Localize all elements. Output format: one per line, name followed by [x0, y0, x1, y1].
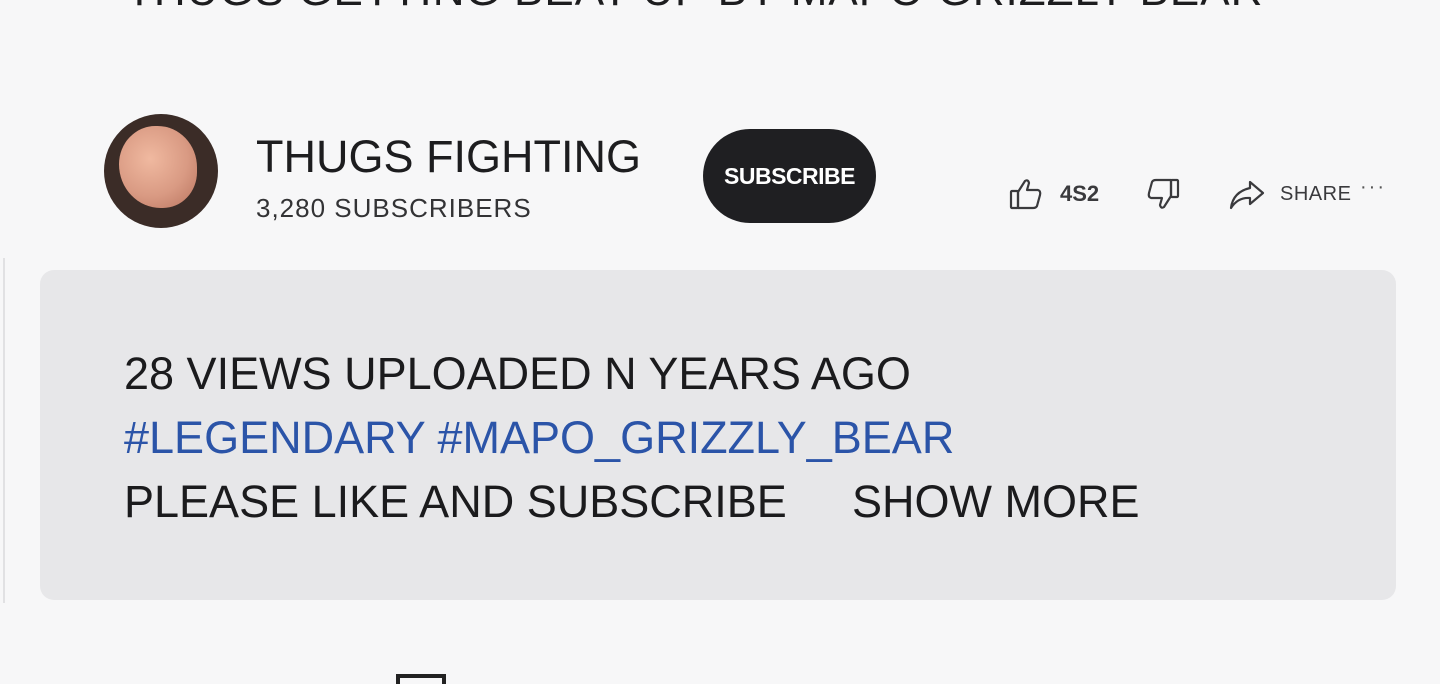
- view-upload-info: 28 VIEWS UPLOADED N YEARS AGO: [124, 348, 911, 399]
- channel-name[interactable]: THUGS FIGHTING: [256, 131, 641, 183]
- thumbs-down-icon: [1145, 176, 1181, 212]
- subscribe-button[interactable]: SUBSCRIBE: [703, 129, 876, 223]
- dislike-button[interactable]: [1145, 176, 1181, 212]
- video-title: THUGS GETTING BEAT UP BY MAPO GRIZZLY BE…: [126, 0, 1263, 16]
- hashtag-legendary[interactable]: #LEGENDARY: [124, 412, 425, 463]
- share-label: SHARE: [1280, 182, 1352, 205]
- like-button[interactable]: 4S2: [1008, 176, 1099, 212]
- share-arrow-icon: [1228, 176, 1266, 212]
- hashtag-line: #LEGENDARY #MAPO_GRIZZLY_BEAR: [124, 412, 954, 464]
- show-more-button[interactable]: SHOW MORE: [852, 476, 1140, 528]
- avatar-image: [119, 126, 197, 208]
- left-divider: [3, 258, 5, 603]
- like-count: 4S2: [1060, 181, 1100, 206]
- share-button[interactable]: SHARE: [1228, 176, 1351, 212]
- description-text: PLEASE LIKE AND SUBSCRIBE: [124, 476, 787, 527]
- thumbs-up-icon: [1008, 176, 1044, 212]
- playlist-icon[interactable]: [396, 674, 446, 684]
- subscriber-count: 3,280 SUBSCRIBERS: [256, 193, 532, 223]
- hashtag-mapo-grizzly-bear[interactable]: #MAPO_GRIZZLY_BEAR: [438, 412, 955, 463]
- channel-avatar[interactable]: [104, 114, 218, 228]
- more-options-icon[interactable]: ···: [1360, 176, 1386, 199]
